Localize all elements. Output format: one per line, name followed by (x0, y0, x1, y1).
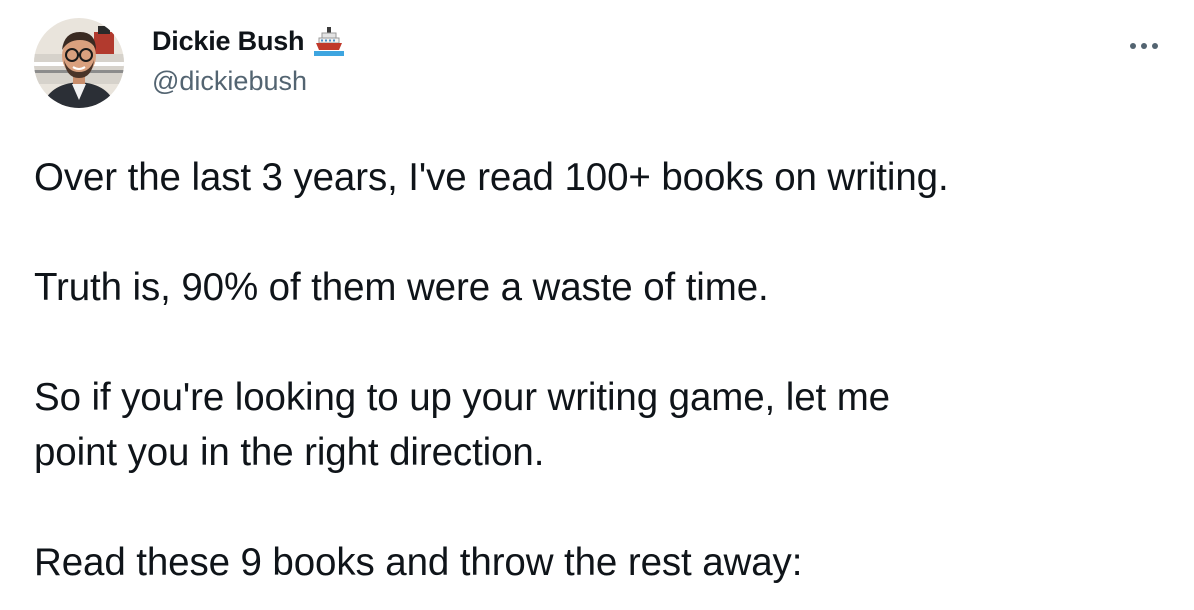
author-display-name[interactable]: Dickie Bush (152, 26, 305, 57)
more-options-button[interactable] (1124, 34, 1164, 58)
more-horizontal-icon (1130, 43, 1158, 49)
author-names: Dickie Bush @dickiebush (152, 26, 345, 97)
tweet-body: Over the last 3 years, I've read 100+ bo… (34, 150, 1164, 590)
display-name-row: Dickie Bush (152, 26, 345, 58)
ship-icon (314, 26, 345, 58)
tweet-paragraph-2: Truth is, 90% of them were a waste of ti… (34, 266, 769, 309)
avatar-photo-icon (34, 18, 124, 108)
author-handle[interactable]: @dickiebush (152, 66, 344, 97)
tweet-paragraph-4: Read these 9 books and throw the rest aw… (34, 541, 803, 584)
tweet-paragraph-1: Over the last 3 years, I've read 100+ bo… (34, 156, 949, 199)
tweet-header: Dickie Bush @dickiebush (34, 18, 345, 108)
tweet-card: Dickie Bush @dickiebush Over the last 3 … (0, 0, 1194, 610)
tweet-paragraph-3: So if you're looking to up your writing … (34, 376, 890, 474)
avatar[interactable] (34, 18, 124, 108)
